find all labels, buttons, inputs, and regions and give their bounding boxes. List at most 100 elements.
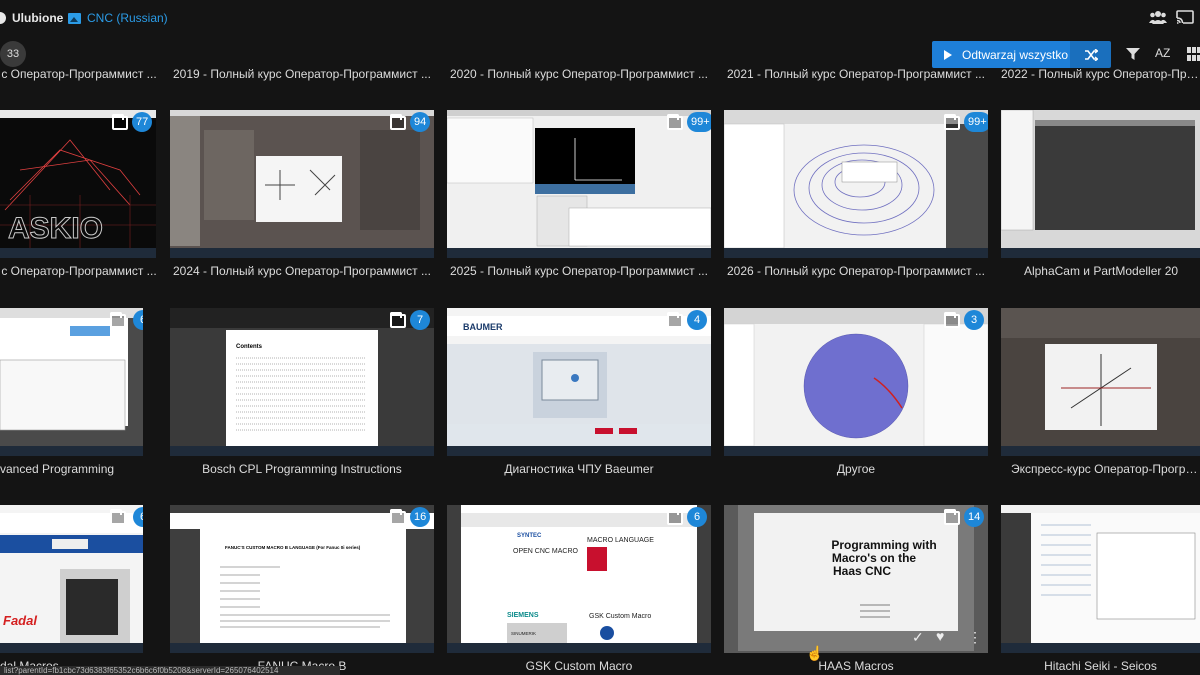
syntec-label: SYNTEC xyxy=(517,533,542,539)
folder-icon xyxy=(112,114,128,130)
item-count: 4 xyxy=(687,310,707,330)
folder-title[interactable]: 2025 - Полный курс Оператор-Программист … xyxy=(447,264,711,278)
folder-icon xyxy=(667,509,683,525)
folder-thumbnail xyxy=(1001,308,1200,456)
play-all-label: Odtwarzaj wszystko xyxy=(962,47,1069,62)
sort-icon[interactable]: AZ xyxy=(1155,46,1170,60)
fadal-logo-text: Fadal xyxy=(3,613,37,628)
folder-title[interactable]: 2019 - Полный курс Оператор-Программист … xyxy=(170,67,434,81)
top-bar: Ulubione CNC (Russian) xyxy=(0,0,1200,36)
users-icon[interactable] xyxy=(1149,10,1167,24)
haas-slide-line2: Macro's on the xyxy=(832,551,917,565)
sinumerik-text: SINUMERIK xyxy=(511,631,536,636)
folder-thumbnail xyxy=(724,110,988,258)
folder-title[interactable]: 2022 - Полный курс Оператор-Программист … xyxy=(1001,67,1200,81)
folder-title[interactable]: AlphaCam и PartModeller 20 xyxy=(1001,264,1200,278)
folder-title[interactable]: HAAS Macros xyxy=(724,659,988,673)
folder-title[interactable]: GSK Custom Macro xyxy=(447,659,711,673)
contents-heading: Contents xyxy=(236,344,263,350)
cast-icon[interactable] xyxy=(1176,10,1194,24)
item-count: 6 xyxy=(687,507,707,527)
folder-title[interactable]: с Оператор-Программист ... xyxy=(0,264,158,278)
image-folder-icon xyxy=(68,12,81,24)
folder-title[interactable]: 2020 - Полный курс Оператор-Программист … xyxy=(447,67,711,81)
filter-icon[interactable] xyxy=(1126,47,1140,61)
folder-title[interactable]: 2024 - Полный курс Оператор-Программист … xyxy=(170,264,434,278)
folder-tile[interactable] xyxy=(1001,110,1200,258)
folder-tile[interactable]: 3 xyxy=(724,308,988,456)
folder-title[interactable]: vanced Programming xyxy=(0,462,145,476)
folder-thumbnail: Programming with Macro's on the Haas CNC xyxy=(724,505,988,653)
folder-tile[interactable]: BAUMER 4 xyxy=(447,308,711,456)
mouse-cursor-icon: ☝ xyxy=(806,645,824,661)
status-url: list?parentId=fb1cbc73d6383f65352c6b6c6f… xyxy=(0,666,340,675)
play-icon xyxy=(944,49,952,60)
folder-icon xyxy=(667,114,683,130)
heart-icon[interactable]: ♥ xyxy=(936,628,944,644)
open-cnc-macro-text: OPEN CNC MACRO xyxy=(513,548,579,555)
folder-title[interactable]: с Оператор-Программист ... xyxy=(0,67,158,81)
folder-tile[interactable]: SYNTEC OPEN CNC MACRO MACRO LANGUAGE SIE… xyxy=(447,505,711,653)
folder-thumbnail: ASKIO xyxy=(0,110,156,258)
item-count: 99+ xyxy=(687,112,711,132)
folder-tile[interactable]: Contents 7 xyxy=(170,308,434,456)
more-options-icon[interactable]: ⋮ xyxy=(968,629,982,646)
gsk-custom-text: GSK Custom Macro xyxy=(589,613,651,620)
folder-thumbnail: Fadal xyxy=(0,505,143,653)
favorites-label: Ulubione xyxy=(12,11,64,25)
folder-tile[interactable]: 99+ xyxy=(447,110,711,258)
folder-thumbnail xyxy=(724,308,988,456)
folder-tile[interactable] xyxy=(1001,505,1200,653)
item-count: 99+ xyxy=(964,112,988,132)
folder-tile[interactable]: Programming with Macro's on the Haas CNC… xyxy=(724,505,988,653)
folder-tile[interactable]: ASKIO 77 xyxy=(0,110,156,258)
haas-slide-line1: Programming with xyxy=(831,538,936,552)
haas-slide-line3: Haas CNC xyxy=(833,564,891,578)
folder-tile[interactable]: 6 xyxy=(0,308,143,456)
folder-title[interactable]: 2021 - Полный курс Оператор-Программист … xyxy=(724,67,988,81)
folder-thumbnail xyxy=(1001,505,1200,653)
item-count: 3 xyxy=(964,310,984,330)
folder-thumbnail xyxy=(0,308,143,456)
folder-tile[interactable]: FANUC'S CUSTOM MACRO B LANGUAGE (For Fan… xyxy=(170,505,434,653)
breadcrumb-folder[interactable]: CNC (Russian) xyxy=(68,11,168,25)
folder-tile[interactable]: 94 xyxy=(170,110,434,258)
folder-thumbnail: Contents xyxy=(170,308,434,456)
folder-icon xyxy=(667,312,683,328)
heart-icon xyxy=(0,12,6,24)
folder-title[interactable]: Другое xyxy=(724,462,988,476)
siemens-text: SIEMENS xyxy=(507,612,539,619)
folder-label: CNC (Russian) xyxy=(87,11,168,25)
folder-thumbnail: BAUMER xyxy=(447,308,711,456)
play-all-button[interactable]: Odtwarzaj wszystko xyxy=(932,41,1070,68)
askio-logo-text: ASKIO xyxy=(8,212,103,245)
folder-title[interactable]: Диагностика ЧПУ Baeumer xyxy=(447,462,711,476)
folder-title[interactable]: Экспресс-курс Оператор-Программ xyxy=(1001,462,1200,476)
item-count: 7 xyxy=(410,310,430,330)
baumer-logo-text: BAUMER xyxy=(463,322,503,332)
folder-icon xyxy=(110,312,126,328)
folder-tile[interactable]: 99+ xyxy=(724,110,988,258)
macro-language-text: MACRO LANGUAGE xyxy=(587,537,654,544)
shuffle-icon xyxy=(1084,48,1098,61)
folder-icon xyxy=(944,114,960,130)
folder-title[interactable]: Bosch CPL Programming Instructions xyxy=(170,462,434,476)
folder-icon xyxy=(944,509,960,525)
folder-thumbnail: SYNTEC OPEN CNC MACRO MACRO LANGUAGE SIE… xyxy=(447,505,711,653)
folder-thumbnail xyxy=(1001,110,1200,258)
folder-title[interactable]: 2026 - Полный курс Оператор-Программист … xyxy=(724,264,988,278)
folder-tile[interactable]: Fadal 6 xyxy=(0,505,143,653)
folder-title[interactable]: Hitachi Seiki - Seicos xyxy=(1001,659,1200,673)
folder-thumbnail: FANUC'S CUSTOM MACRO B LANGUAGE (For Fan… xyxy=(170,505,434,653)
folder-tile[interactable] xyxy=(1001,308,1200,456)
check-icon[interactable]: ✓ xyxy=(912,629,924,646)
item-count-badge: 33 xyxy=(0,41,26,67)
folder-thumbnail xyxy=(447,110,711,258)
shuffle-button[interactable] xyxy=(1070,41,1111,68)
grid-view-icon[interactable] xyxy=(1187,47,1200,61)
breadcrumb-favorites[interactable]: Ulubione xyxy=(0,11,63,25)
folder-thumbnail xyxy=(170,110,434,258)
folder-icon xyxy=(944,312,960,328)
fanuc-heading: FANUC'S CUSTOM MACRO B LANGUAGE (For Fan… xyxy=(225,545,361,550)
folder-icon xyxy=(390,509,406,525)
